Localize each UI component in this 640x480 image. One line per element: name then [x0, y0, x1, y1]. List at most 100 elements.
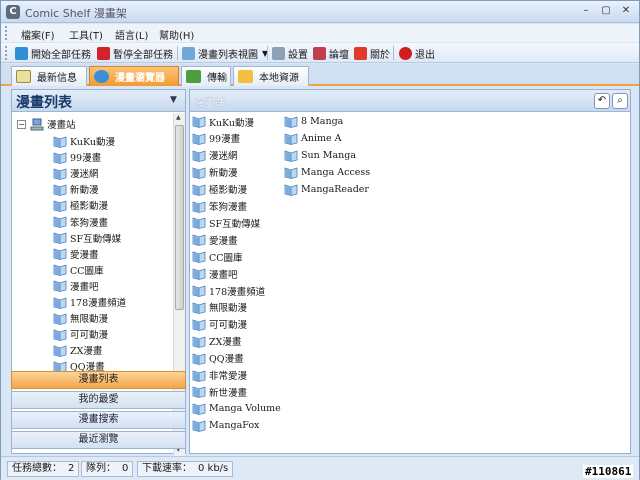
about-button[interactable]: 關於	[354, 45, 390, 61]
close-icon[interactable]: ✕	[617, 4, 635, 19]
book-icon	[192, 251, 206, 264]
power-icon	[399, 46, 412, 60]
nav-comic-list[interactable]: 漫畫列表	[11, 371, 186, 389]
item-label: CC圖庫	[70, 265, 104, 277]
item-label: ZX漫畫	[70, 346, 103, 358]
tree-item[interactable]: 漫迷網	[53, 165, 99, 181]
site-item[interactable]: 8 Manga	[284, 113, 343, 130]
tree-item[interactable]: 無限動漫	[53, 310, 108, 326]
site-browser-panel: 漫畫站 ↶ ⌕ ⋮ KuKu動漫 99漫畫 漫迷網 新動漫 極影動漫 笨狗漫畫 SF互動傳媒…	[186, 89, 631, 454]
book-icon	[53, 329, 67, 341]
tree-item[interactable]: SF互動傳媒	[53, 230, 121, 246]
panel-menu-icon[interactable]: ▼	[170, 95, 177, 105]
book-icon	[53, 345, 67, 357]
book-icon	[284, 184, 298, 196]
tree-root[interactable]: − 漫畫站	[17, 116, 76, 132]
forum-button[interactable]: 論壇	[313, 45, 349, 61]
site-item[interactable]: 新動漫	[192, 164, 238, 181]
book-icon	[192, 386, 206, 399]
book-icon	[192, 403, 206, 416]
site-item[interactable]: Manga Access	[284, 164, 370, 181]
site-item[interactable]: MangaFox	[192, 417, 259, 434]
site-item[interactable]: 笨狗漫畫	[192, 198, 247, 215]
back-icon[interactable]: ↶	[594, 93, 610, 109]
app-logo-icon: C	[6, 5, 20, 19]
book-icon	[192, 353, 206, 365]
site-item[interactable]: Anime A	[284, 130, 342, 147]
site-item[interactable]: 愛漫畫	[192, 231, 238, 248]
menu-file[interactable]: 檔案(F)	[21, 27, 55, 42]
item-label: SF互動傳媒	[209, 218, 261, 230]
scroll-thumb[interactable]	[175, 125, 184, 310]
site-item[interactable]: 新世漫畫	[192, 383, 247, 400]
book-icon	[192, 285, 206, 297]
item-label: 178漫畫頻道	[209, 286, 266, 298]
exit-button[interactable]: 退出	[399, 45, 435, 61]
item-label: 極影動漫	[209, 185, 248, 197]
tab-news[interactable]: 最新信息	[11, 66, 87, 86]
start-all-button[interactable]: 開始全部任務	[15, 45, 91, 61]
item-label: Anime A	[301, 132, 342, 144]
tree-item[interactable]: KuKu動漫	[53, 133, 115, 149]
tab-transfer[interactable]: 傳輸	[181, 66, 231, 86]
tab-local[interactable]: 本地資源	[233, 66, 309, 86]
tree-item[interactable]: 新動漫	[53, 181, 99, 197]
site-item[interactable]: 極影動漫	[192, 181, 247, 198]
tree-item[interactable]: 178漫畫頻道	[53, 294, 126, 310]
site-item[interactable]: 可可動漫	[192, 316, 247, 333]
site-item[interactable]: Manga Volume	[192, 400, 281, 417]
toolbar-grip	[5, 46, 8, 60]
site-item[interactable]: 99漫畫	[192, 130, 240, 147]
tree-item[interactable]: 愛漫畫	[53, 246, 99, 262]
item-label: 愛漫畫	[209, 235, 238, 247]
tree-item[interactable]: 漫畫吧	[53, 278, 99, 294]
tree-item[interactable]: 極影動漫	[53, 197, 108, 213]
site-item[interactable]: MangaReader	[284, 181, 369, 198]
site-item[interactable]: QQ漫畫	[192, 350, 244, 367]
menu-tools[interactable]: 工具(T)	[69, 27, 103, 42]
tree-item[interactable]: 可可動漫	[53, 326, 108, 342]
site-item[interactable]: SF互動傳媒	[192, 214, 260, 231]
panel-title: 漫畫站	[195, 98, 225, 109]
stop-all-button[interactable]: 暫停全部任務	[97, 45, 173, 61]
settings-button[interactable]: 設置	[272, 45, 308, 61]
site-item[interactable]: 無限動漫	[192, 299, 247, 316]
tree-item[interactable]: 99漫畫	[53, 149, 101, 165]
menu-language[interactable]: 語言(L)	[115, 27, 148, 42]
nav-favorites[interactable]: 我的最愛	[11, 391, 186, 409]
list-view-icon	[182, 46, 195, 60]
item-label: 漫迷網	[209, 151, 238, 163]
site-item[interactable]: 非常愛漫	[192, 367, 247, 384]
tree-item[interactable]: ZX漫畫	[53, 342, 102, 358]
site-item[interactable]: Sun Manga	[284, 147, 356, 164]
site-item[interactable]: KuKu動漫	[192, 113, 254, 130]
status-bar: 任務總數： 2 隊列： 0 下載速率： 0 kb/s	[1, 456, 639, 480]
site-item[interactable]: 漫迷網	[192, 147, 238, 164]
scroll-up-icon[interactable]: ▲	[176, 114, 181, 121]
minimize-icon[interactable]: –	[577, 4, 595, 19]
image-id-watermark: #110861	[583, 465, 634, 478]
tab-comic-browser[interactable]: 漫畫瀏覽器	[89, 66, 179, 86]
site-item[interactable]: 漫畫吧	[192, 265, 238, 282]
menu-help[interactable]: 幫助(H)	[159, 27, 194, 42]
nav-recent[interactable]: 最近瀏覽	[11, 431, 186, 449]
window-title: Comic Shelf 漫畫架	[25, 7, 127, 20]
play-icon	[15, 46, 28, 60]
tree-item[interactable]: 笨狗漫畫	[53, 214, 108, 230]
book-icon	[284, 150, 298, 162]
search-icon[interactable]: ⌕	[612, 93, 628, 109]
nav-search[interactable]: 漫畫搜索	[11, 411, 186, 429]
site-item[interactable]: 178漫畫頻道	[192, 282, 265, 299]
maximize-icon[interactable]: ▢	[597, 4, 615, 19]
item-label: 新動漫	[209, 168, 238, 180]
title-bar: C Comic Shelf 漫畫架 – ▢ ✕	[1, 1, 639, 23]
download-speed: 下載速率： 0 kb/s	[137, 461, 234, 477]
tree-item[interactable]: CC圖庫	[53, 262, 104, 278]
site-item[interactable]: ZX漫畫	[192, 333, 241, 350]
collapse-icon[interactable]: −	[17, 119, 26, 129]
item-label: 笨狗漫畫	[209, 202, 248, 213]
book-icon	[192, 133, 206, 145]
site-item[interactable]: CC圖庫	[192, 248, 243, 265]
view-dropdown-button[interactable]: 漫畫列表視圖 ▼	[182, 45, 268, 61]
people-icon	[313, 46, 326, 60]
